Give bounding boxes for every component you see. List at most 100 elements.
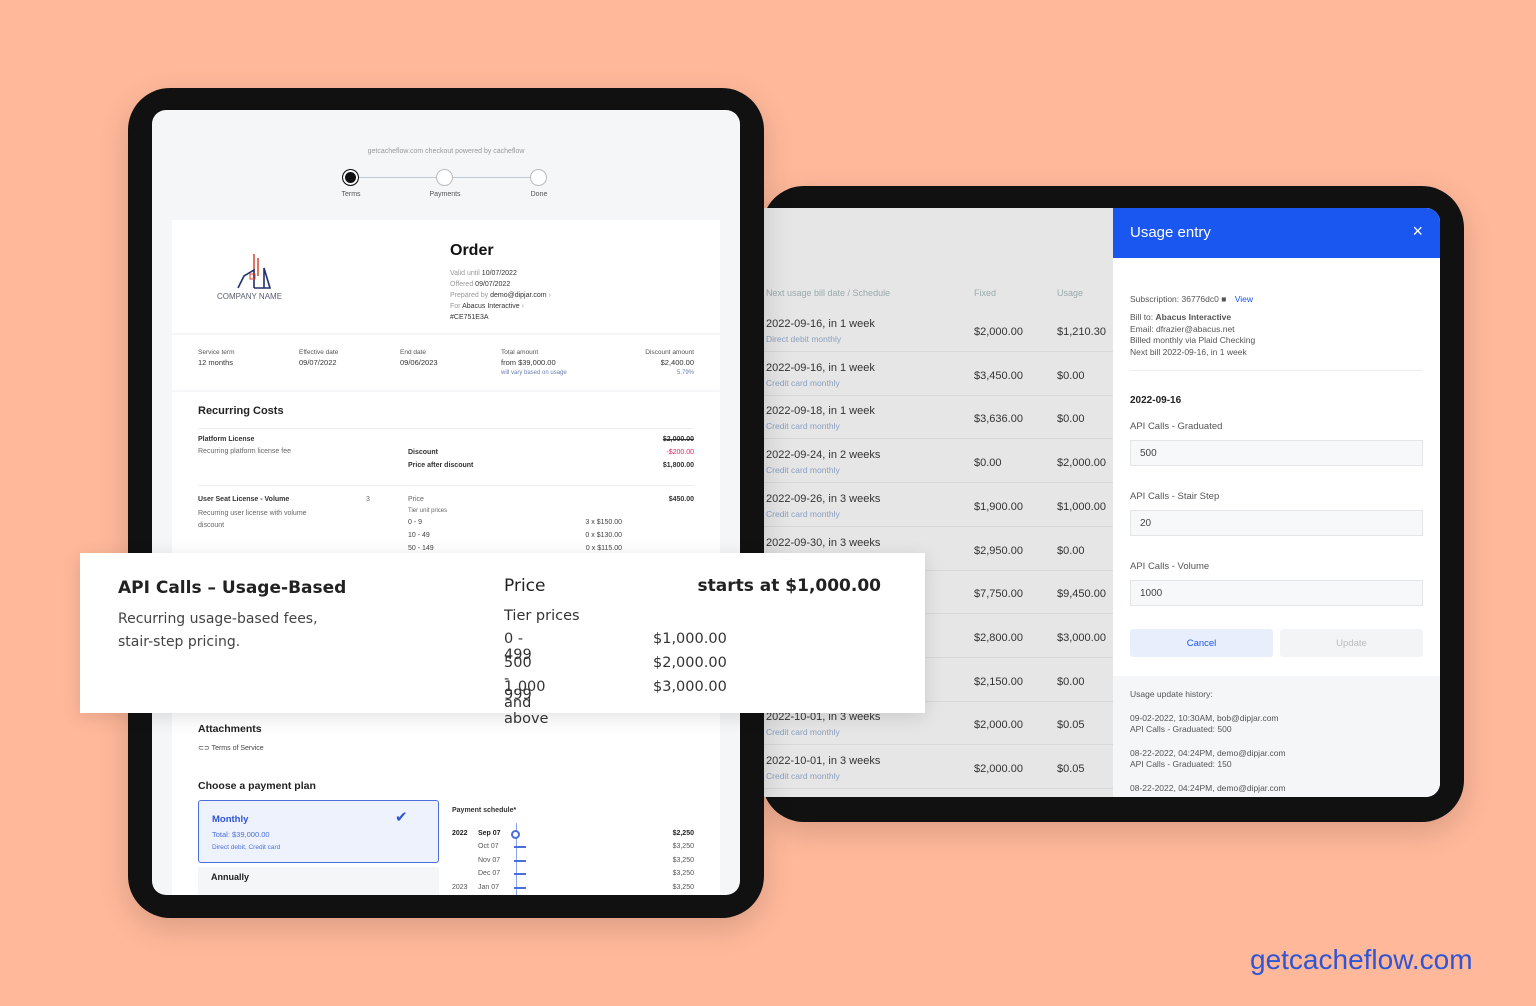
step-payments-icon[interactable] [436,169,453,186]
schedule-amount: $3,250 [672,856,694,864]
history-entry: 08-22-2022, 04:24PM, demo@dipjar.com [1130,748,1286,758]
company-logo-icon [237,254,272,289]
timeline-tick [514,886,526,889]
valid-label: Valid until [450,270,480,277]
table-row[interactable]: 2022-09-16, in 1 week Direct debit monthl… [764,308,1113,352]
summary-field: Effective date 09/07/2022 [299,348,338,368]
terms-of-service-link[interactable]: Terms of Service [212,745,264,752]
order-summary: Service term 12 months Effective date 09/07… [172,335,720,390]
step-label: Payments [429,191,461,198]
step-terms-icon[interactable] [342,169,359,186]
field-label: API Calls - Stair Step [1130,491,1220,502]
col-header-fixed[interactable]: Fixed [974,288,996,298]
api-calls-card: API Calls – Usage-Based Recurring usage-… [80,553,925,727]
summary-label: Total amount [501,349,539,356]
chevron-right-icon: › [521,303,524,310]
bill-date: 2022-10-01, in 3 weeks [766,711,881,724]
quantity: 3 [366,496,370,503]
plan-annually-option[interactable]: Annually [198,867,439,895]
step-done-icon[interactable] [530,169,547,186]
tier-range: 0 - 9 [408,519,423,526]
summary-value: 12 months [198,358,234,367]
fixed-amount: $2,000.00 [974,719,1023,732]
history-title: Usage update history: [1130,689,1213,699]
line-item-desc: Recurring platform license fee [198,448,291,455]
tier-label: Tier unit prices [408,508,448,514]
line-item-desc: Recurring user license with volume disco… [198,510,307,529]
fixed-amount: $3,450.00 [974,369,1023,382]
fixed-amount: $0.00 [974,457,1002,470]
subscription-id: 36776dc0 [1181,294,1219,304]
plan-total: Total: $39,000.00 [212,830,270,839]
prepared-by-link[interactable]: demo@dipjar.com [490,292,547,299]
table-row[interactable]: 2022-10-01, in 3 weeks Credit card monthl… [764,745,1113,789]
divider [1130,370,1423,371]
price: starts at $1,000.00 [697,576,882,596]
subscription-label: Subscription: [1130,294,1180,304]
schedule-date: Oct 07 [478,843,499,851]
timeline-tick [514,859,526,862]
view-link[interactable]: View [1235,294,1253,304]
fixed-amount: $2,800.00 [974,631,1023,644]
bill-to: Abacus Interactive [1155,312,1232,322]
after-discount-label: Price after discount [408,462,474,469]
history-change: API Calls - Graduated: 150 [1130,759,1232,769]
plan-monthly-option[interactable]: Monthly Total: $39,000.00 Direct debit, … [198,800,439,863]
offered-date: 09/07/2022 [475,281,511,288]
schedule: Direct debit monthly [766,334,842,344]
bill-date: 2022-09-16, in 1 week [766,318,875,330]
brand-url[interactable]: getcacheflow.com [1250,944,1473,976]
item-desc: Recurring usage-based fees, [118,611,318,627]
tier-price: 3 x $150.00 [585,519,622,526]
attachments-and-plan: Attachments ⊂⊃ Terms of Service Choose a… [172,713,720,895]
table-row[interactable]: 2022-09-26, in 3 weeks Credit card monthl… [764,483,1113,527]
schedule: Credit card monthly [766,508,840,519]
col-header-date[interactable]: Next usage bill date / Schedule [766,288,890,298]
section-title: Recurring Costs [198,405,284,417]
usage-amount: $3,000.00 [1057,631,1106,644]
cancel-button[interactable]: Cancel [1130,629,1273,657]
api-calls-graduated-input[interactable]: 500 [1130,440,1423,466]
table-row[interactable]: 2022-09-18, in 1 week Credit card monthly… [764,395,1113,440]
close-icon[interactable]: × [1412,221,1423,242]
tier-range: 10 - 49 [408,532,430,539]
summary-value: 09/07/2022 [299,358,337,367]
usage-amount: $2,000.00 [1057,457,1106,470]
summary-label: End date [400,349,427,356]
summary-field: Service term 12 months [198,348,234,368]
prepared-label: Prepared by [450,292,489,299]
tier-price: $1,000.00 [653,631,727,647]
schedule-title: Payment schedule* [452,807,517,814]
usage-amount: $0.00 [1057,369,1085,382]
table-row[interactable]: 2022-09-16, in 1 week Credit card monthly… [764,352,1113,396]
schedule-amount: $2,250 [672,830,694,837]
plan-name: Monthly [212,814,249,825]
schedule: Credit card monthly [766,377,840,388]
step-label: Done [530,191,548,198]
summary-value: from $39,000.00 [501,358,556,367]
usage-amount: $0.00 [1057,544,1085,557]
schedule-year: 2023 [452,883,468,891]
summary-note: will vary based on usage [501,370,567,376]
update-button[interactable]: Update [1280,629,1423,657]
tier-label: Tier prices [504,608,580,624]
customer-link[interactable]: Abacus Interactive [462,303,520,310]
offered-label: Offered [450,281,474,288]
plan-methods: Direct debit, Credit card [212,844,281,851]
bill-to-label: Bill to: [1130,312,1154,322]
schedule-date: Dec 07 [478,870,501,878]
table-row[interactable]: 2022-09-24, in 2 weeks Credit card monthl… [764,439,1113,484]
link-icon: ⊂⊃ [198,745,210,752]
plan-name: Annually [211,872,250,882]
bill-date: 2022-09-26, in 3 weeks [766,492,881,505]
timeline-current-icon [511,830,520,839]
api-calls-volume-input[interactable]: 1000 [1130,580,1423,606]
usage-entry-panel: Usage entry × Subscription: 36776dc0 ■ Vi… [1113,208,1440,797]
copy-icon[interactable]: ■ [1221,294,1226,304]
chevron-right-icon: › [548,292,551,299]
bill-date: 2022-09-16, in 1 week [766,361,875,374]
col-header-usage[interactable]: Usage [1057,288,1083,298]
summary-field: End date 09/06/2023 [400,348,438,368]
for-label: For [450,303,461,310]
api-calls-stair-step-input[interactable]: 20 [1130,510,1423,536]
